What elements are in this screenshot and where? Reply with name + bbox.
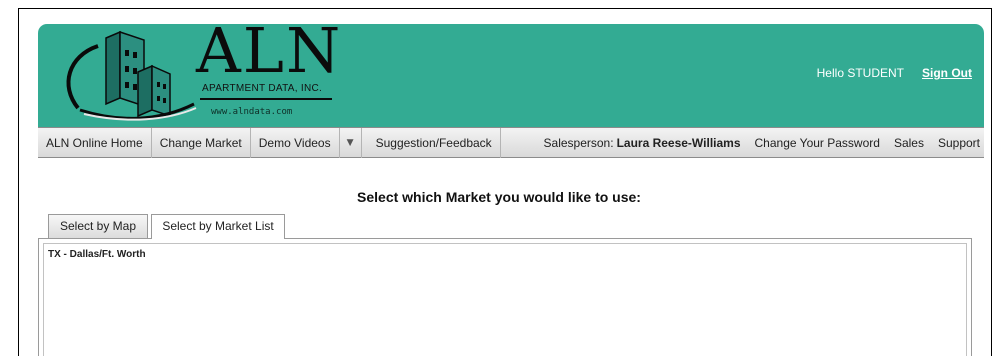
change-password-link[interactable]: Change Your Password: [755, 136, 880, 150]
salesperson-label: Salesperson:: [543, 136, 614, 150]
user-greeting: Hello STUDENT: [816, 66, 904, 80]
nav-aln-online-home[interactable]: ALN Online Home: [38, 128, 152, 158]
nav-left-group: ALN Online Home Change Market Demo Video…: [38, 128, 501, 158]
chevron-down-icon[interactable]: ▼: [340, 128, 362, 158]
main-navbar: ALN Online Home Change Market Demo Video…: [38, 127, 984, 158]
logo-url: www.alndata.com: [211, 107, 293, 117]
nav-right-group: Salesperson: Laura Reese-Williams Change…: [544, 128, 980, 158]
nav-demo-videos[interactable]: Demo Videos: [251, 128, 340, 158]
salesperson-name: Laura Reese-Williams: [616, 136, 741, 150]
nav-change-market[interactable]: Change Market: [152, 128, 251, 158]
tab-select-by-market-list[interactable]: Select by Market List: [151, 214, 285, 239]
list-item[interactable]: TX - Dallas/Ft. Worth: [48, 249, 146, 260]
site-header: ALN APARTMENT DATA, INC. www.alndata.com…: [38, 20, 984, 127]
support-link[interactable]: Support: [938, 136, 980, 150]
sign-out-link[interactable]: Sign Out: [922, 66, 972, 80]
logo-title: ALN: [196, 14, 343, 87]
building-logo-icon: [66, 30, 197, 121]
market-list[interactable]: TX - Dallas/Ft. Worth: [43, 243, 967, 356]
logo-subtitle: APARTMENT DATA, INC.: [202, 83, 323, 94]
logo-underline-icon: [200, 98, 332, 100]
nav-suggestion-feedback[interactable]: Suggestion/Feedback: [368, 128, 501, 158]
sales-link[interactable]: Sales: [894, 136, 924, 150]
page-title: Select which Market you would like to us…: [357, 189, 641, 205]
aln-logo[interactable]: ALN APARTMENT DATA, INC. www.alndata.com: [58, 20, 340, 124]
market-list-panel: TX - Dallas/Ft. Worth: [38, 238, 972, 356]
tab-select-by-map[interactable]: Select by Map: [48, 214, 148, 238]
